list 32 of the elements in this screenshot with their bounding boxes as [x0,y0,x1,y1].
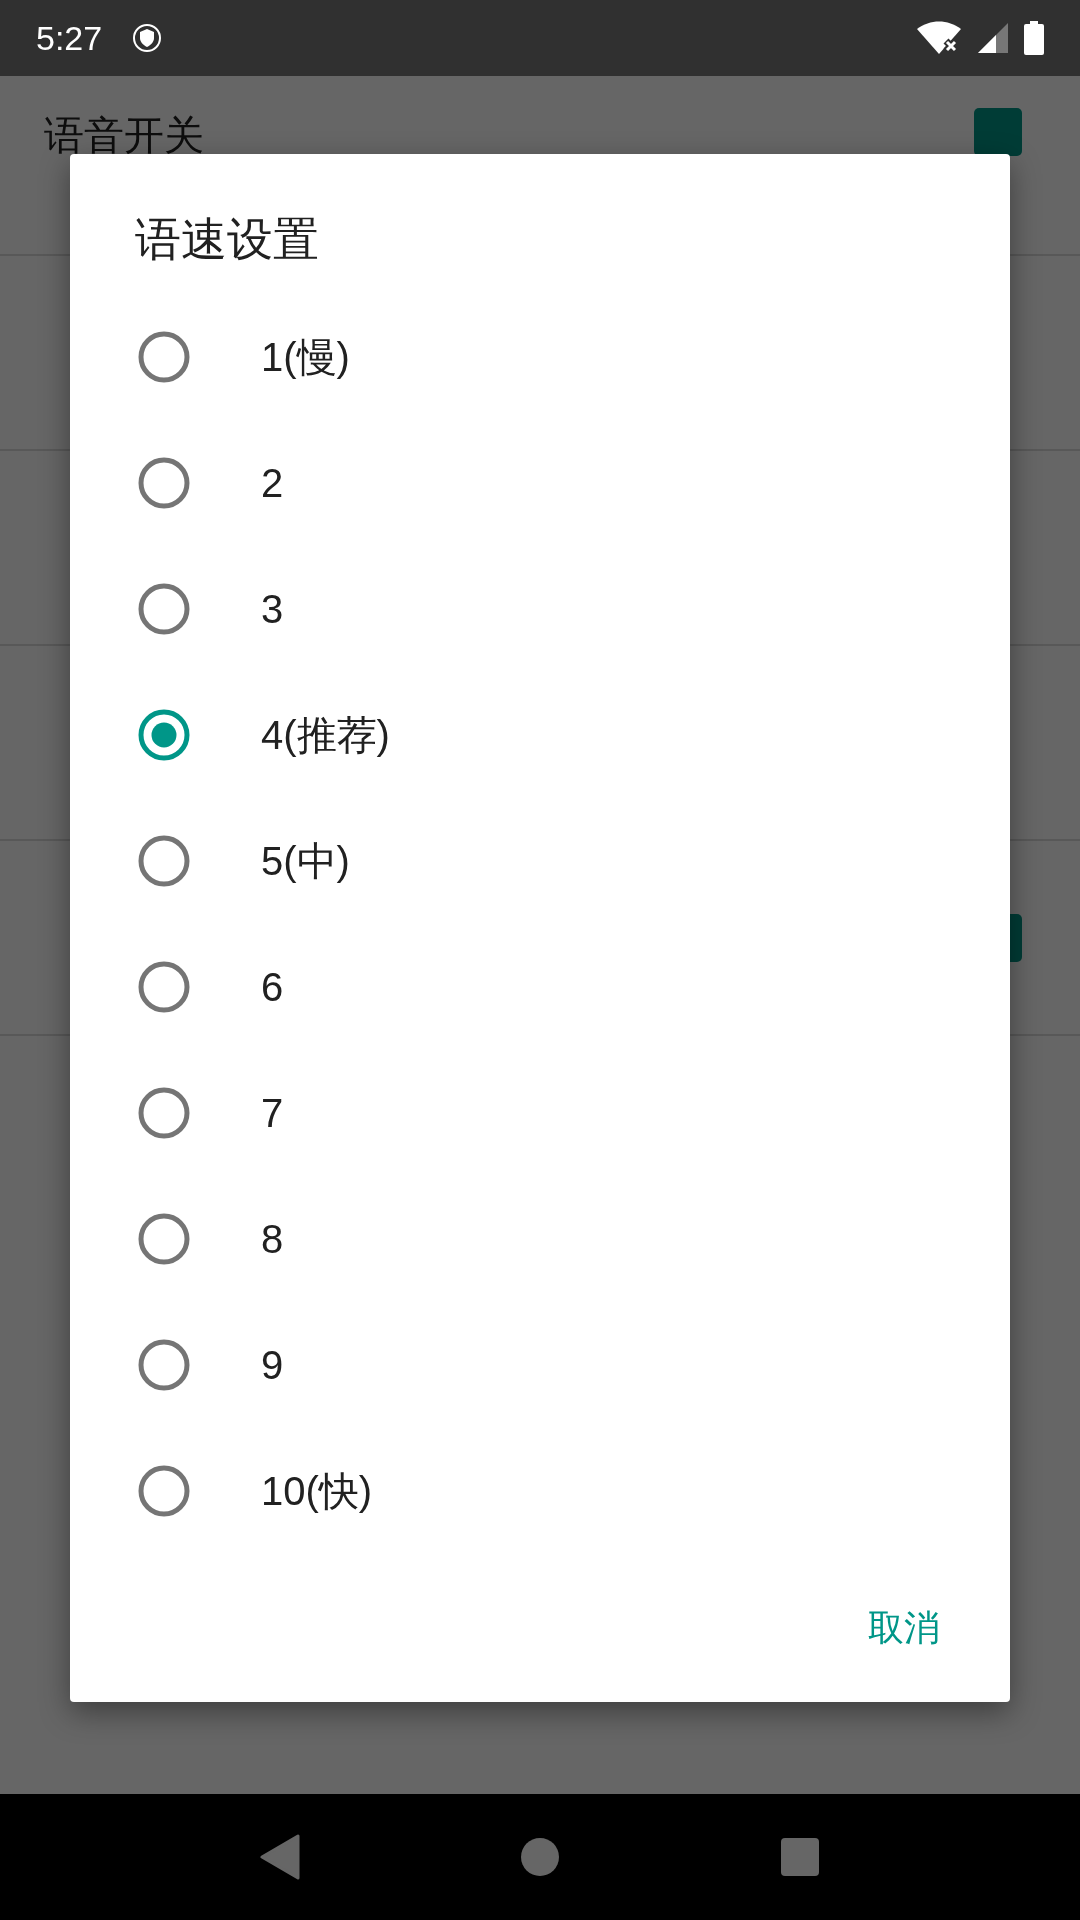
radio-button[interactable] [138,457,190,509]
back-icon[interactable] [260,1834,300,1880]
radio-button[interactable] [138,583,190,635]
setting-title: 语音开关 [44,111,205,160]
radio-button[interactable] [138,331,190,383]
option-label[interactable]: 10(快) [261,1463,373,1519]
signal-icon [976,21,1010,55]
cancel-button[interactable]: 取消 [850,1592,958,1664]
option-label[interactable]: 9 [261,1342,284,1388]
radio-button[interactable] [138,835,190,887]
option-label[interactable]: 2 [261,460,284,506]
radio-button[interactable] [138,961,190,1013]
option-label[interactable]: 4(推荐) [261,707,390,763]
battery-icon [1024,21,1044,55]
dialog-title: 语速设置 [134,211,320,268]
radio-button[interactable] [138,1339,190,1391]
radio-button[interactable] [138,1087,190,1139]
option-label[interactable]: 6 [261,964,284,1010]
option-label[interactable]: 7 [261,1090,284,1136]
radio-button[interactable] [138,1465,190,1517]
option-label[interactable]: 3 [261,586,284,632]
option-label[interactable]: 1(慢) [261,329,350,385]
option-label[interactable]: 8 [261,1216,284,1262]
radio-button[interactable] [138,709,190,761]
shield-icon [132,23,163,53]
radio-button[interactable] [138,1213,190,1265]
status-time: 5:27 [36,18,103,58]
home-icon[interactable] [520,1837,560,1877]
wifi-off-icon [916,21,962,55]
checkbox[interactable] [974,108,1022,156]
option-label[interactable]: 5(中) [261,833,350,889]
recents-icon[interactable] [780,1837,820,1877]
